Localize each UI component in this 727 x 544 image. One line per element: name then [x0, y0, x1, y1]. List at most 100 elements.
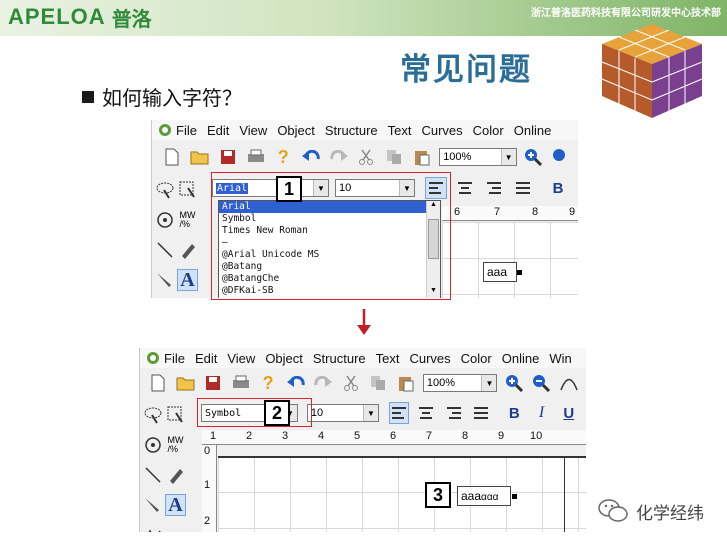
paste-icon[interactable] [411, 146, 432, 168]
drawing-canvas[interactable] [442, 222, 578, 298]
menu-edit[interactable]: Edit [195, 351, 217, 366]
print-icon[interactable] [245, 146, 266, 168]
open-folder-icon[interactable] [190, 146, 211, 168]
chain-tool-icon[interactable] [142, 524, 164, 532]
text-object[interactable]: aaaααα [457, 486, 511, 506]
wedge-bond-icon[interactable] [154, 269, 175, 291]
redo-icon[interactable] [328, 146, 349, 168]
size-combo[interactable]: 10 ▼ [306, 404, 379, 422]
menu-curves[interactable]: Curves [409, 351, 450, 366]
eraser-icon[interactable] [177, 239, 198, 261]
marquee-select-icon[interactable] [177, 179, 198, 201]
vertical-ruler: 0 1 2 [202, 445, 217, 532]
single-bond-icon[interactable] [154, 239, 175, 261]
italic-button[interactable]: I [531, 402, 551, 424]
zoom-value: 100% [443, 151, 472, 163]
redo-icon[interactable] [313, 372, 333, 394]
menu-online[interactable]: Online [502, 351, 540, 366]
callout-step2 [197, 398, 312, 427]
lasso-select-icon[interactable] [142, 404, 163, 426]
wedge-bond-icon[interactable] [142, 494, 163, 516]
ruler-label: 1 [210, 430, 217, 442]
open-folder-icon[interactable] [175, 372, 195, 394]
copy-icon[interactable] [368, 372, 388, 394]
paste-icon[interactable] [395, 372, 415, 394]
lasso-select-icon[interactable] [154, 179, 175, 201]
menu-color[interactable]: Color [473, 123, 504, 138]
menu-online[interactable]: Online [514, 123, 552, 138]
menu-curves[interactable]: Curves [421, 123, 462, 138]
rotate-icon[interactable] [142, 434, 163, 456]
ruler-label: 10 [530, 430, 543, 442]
new-file-icon[interactable] [148, 372, 168, 394]
zoom-out-icon[interactable] [550, 146, 571, 168]
cut-icon[interactable] [356, 146, 377, 168]
align-right-icon[interactable] [444, 402, 464, 424]
new-file-icon[interactable] [162, 146, 183, 168]
standard-toolbar: ? 100% ▼ [152, 144, 578, 170]
menu-color[interactable]: Color [461, 351, 492, 366]
text-plain: aaa [461, 489, 482, 503]
text-object[interactable]: aaa [483, 262, 517, 282]
chevron-down-icon[interactable]: ▼ [362, 405, 378, 421]
step-badge-1: 1 [276, 176, 302, 202]
zoom-combo[interactable]: 100% ▼ [422, 374, 498, 392]
single-bond-icon[interactable] [142, 464, 163, 486]
size-value: 10 [310, 407, 324, 419]
chevron-down-icon[interactable]: ▼ [500, 149, 516, 165]
percent-bond-icon[interactable]: MW/% [177, 209, 198, 231]
arrow-down-icon [357, 309, 371, 335]
menu-structure[interactable]: Structure [313, 351, 366, 366]
drawing-canvas[interactable] [218, 456, 586, 532]
help-icon[interactable]: ? [258, 372, 278, 394]
menu-edit[interactable]: Edit [207, 123, 229, 138]
screenshot-step2: File Edit View Object Structure Text Cur… [139, 348, 586, 532]
help-icon[interactable]: ? [273, 146, 294, 168]
menu-object[interactable]: Object [265, 351, 303, 366]
underline-button[interactable]: U [559, 402, 579, 424]
cut-icon[interactable] [340, 372, 360, 394]
bold-button[interactable]: B [504, 402, 524, 424]
resize-handle[interactable] [512, 494, 517, 499]
percent-bond-icon[interactable]: MW/% [165, 434, 186, 456]
menu-view[interactable]: View [239, 123, 267, 138]
menu-file[interactable]: File [164, 351, 185, 366]
company-name: 浙江普洛医药科技有限公司研发中心技术部 [531, 8, 721, 19]
undo-icon[interactable] [285, 372, 305, 394]
save-icon[interactable] [217, 146, 238, 168]
menu-view[interactable]: View [227, 351, 255, 366]
zoom-out-icon[interactable] [531, 372, 551, 394]
justify-icon[interactable] [512, 177, 534, 199]
menu-text[interactable]: Text [388, 123, 412, 138]
bold-button[interactable]: B [547, 177, 569, 199]
chevron-down-icon[interactable]: ▼ [481, 375, 497, 391]
resize-handle[interactable] [517, 270, 522, 275]
zoom-in-icon[interactable] [503, 372, 523, 394]
text-tool-button[interactable]: A [164, 494, 186, 516]
text-tool-button[interactable]: A [176, 269, 198, 291]
company-logo: APELOA 普洛 [8, 4, 152, 31]
copy-icon[interactable] [384, 146, 405, 168]
curve-tool-icon[interactable] [558, 372, 578, 394]
save-icon[interactable] [203, 372, 223, 394]
align-left-icon[interactable] [388, 402, 410, 424]
rotate-icon[interactable] [154, 209, 175, 231]
align-right-icon[interactable] [483, 177, 505, 199]
align-center-icon[interactable] [416, 402, 436, 424]
app-icon [159, 124, 171, 136]
menu-structure[interactable]: Structure [325, 123, 378, 138]
undo-icon[interactable] [301, 146, 322, 168]
menu-object[interactable]: Object [277, 123, 315, 138]
align-center-icon[interactable] [454, 177, 476, 199]
menu-text[interactable]: Text [376, 351, 400, 366]
menu-window[interactable]: Win [549, 351, 571, 366]
wechat-icon [598, 499, 628, 522]
eraser-icon[interactable] [165, 464, 186, 486]
marquee-select-icon[interactable] [165, 404, 186, 426]
zoom-combo[interactable]: 100% ▼ [439, 148, 517, 166]
ruler-label: 6 [454, 206, 461, 218]
zoom-in-icon[interactable] [523, 146, 544, 168]
menu-file[interactable]: File [176, 123, 197, 138]
print-icon[interactable] [230, 372, 250, 394]
justify-icon[interactable] [471, 402, 491, 424]
